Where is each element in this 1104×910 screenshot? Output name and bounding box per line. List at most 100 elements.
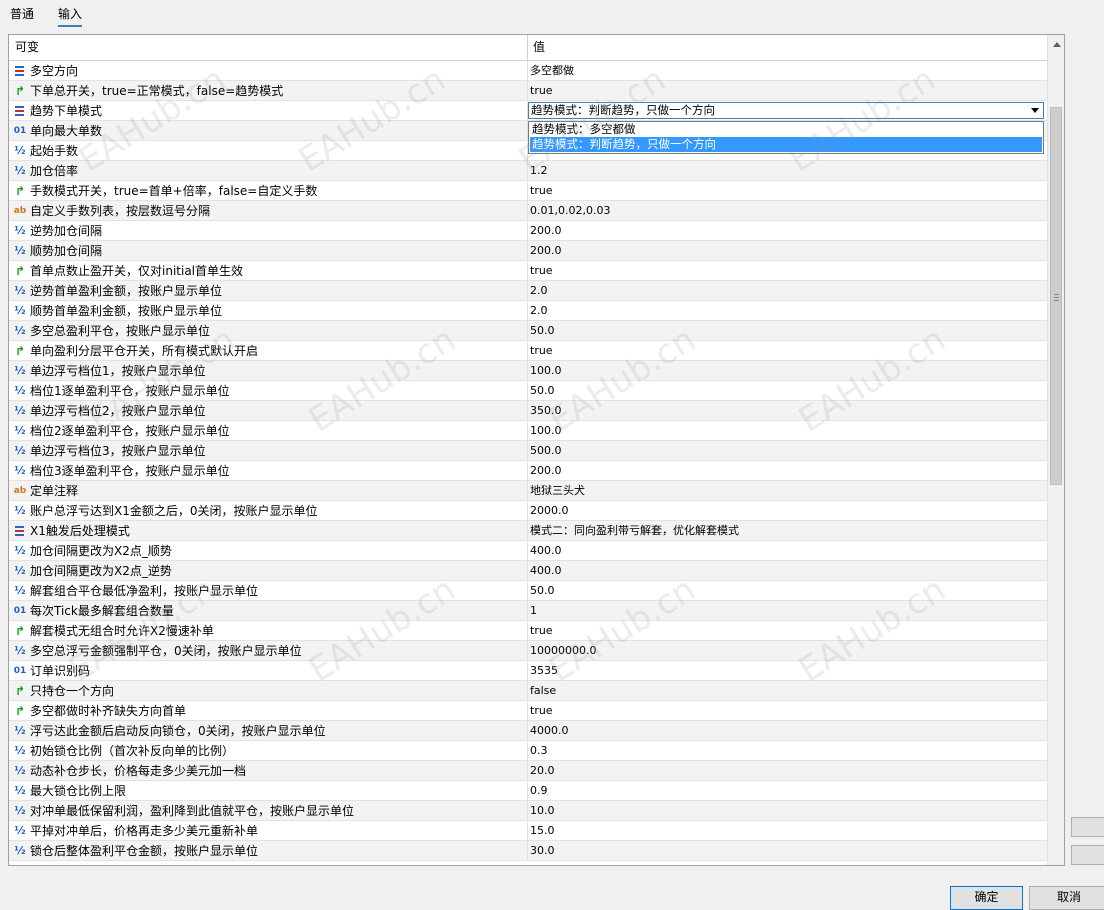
param-value[interactable]: 100.0 — [530, 361, 562, 381]
param-value[interactable]: 500.0 — [530, 441, 562, 461]
table-row[interactable]: ½ 单边浮亏档位2，按账户显示单位 350.0 — [9, 401, 1047, 421]
cancel-button[interactable]: 取消 — [1029, 886, 1104, 910]
ok-button[interactable]: 确定 — [950, 886, 1023, 910]
dropdown-option-selected[interactable]: 趋势模式：判断趋势，只做一个方向 — [530, 137, 1042, 152]
param-value[interactable]: 2.0 — [530, 301, 548, 321]
param-value[interactable]: true — [530, 701, 553, 721]
table-row[interactable]: ½ 顺势首单盈利金额，按账户显示单位 2.0 — [9, 301, 1047, 321]
cell-divider — [527, 621, 528, 641]
param-value[interactable]: 200.0 — [530, 221, 562, 241]
column-divider[interactable] — [527, 35, 528, 60]
mode-combobox[interactable]: 趋势模式：判断趋势，只做一个方向 — [528, 102, 1044, 119]
table-row[interactable]: ½ 多空总盈利平仓，按账户显示单位 50.0 — [9, 321, 1047, 341]
table-row[interactable]: ↱ 首单点数止盈开关，仅对initial首单生效 true — [9, 261, 1047, 281]
param-value[interactable]: 350.0 — [530, 401, 562, 421]
param-value[interactable]: 400.0 — [530, 541, 562, 561]
param-value[interactable]: 2000.0 — [530, 501, 569, 521]
table-row[interactable]: ½ 档位1逐单盈利平仓，按账户显示单位 50.0 — [9, 381, 1047, 401]
table-row[interactable]: ½ 动态补仓步长，价格每走多少美元加一档 20.0 — [9, 761, 1047, 781]
double-icon: ½ — [14, 584, 26, 597]
param-value[interactable]: 模式二：同向盈利带亏解套，优化解套模式 — [530, 521, 739, 541]
param-value[interactable]: 200.0 — [530, 241, 562, 261]
scroll-up-arrow-icon[interactable] — [1053, 42, 1061, 47]
double-icon: ½ — [14, 724, 26, 737]
param-name: 锁仓后整体盈利平仓金额，按账户显示单位 — [30, 844, 259, 858]
param-value[interactable]: 2.0 — [530, 281, 548, 301]
table-row[interactable]: ↱ 多空都做时补齐缺失方向首单 true — [9, 701, 1047, 721]
table-row[interactable]: ½ 顺势加仓间隔 200.0 — [9, 241, 1047, 261]
table-row[interactable]: ½ 档位2逐单盈利平仓，按账户显示单位 100.0 — [9, 421, 1047, 441]
param-value[interactable]: 50.0 — [530, 581, 555, 601]
param-value[interactable]: 30.0 — [530, 841, 555, 861]
table-row[interactable]: 多空方向 多空都做 — [9, 61, 1047, 81]
param-value[interactable]: true — [530, 181, 553, 201]
load-button[interactable] — [1071, 817, 1104, 837]
param-value[interactable]: 0.3 — [530, 741, 548, 761]
param-value[interactable]: true — [530, 621, 553, 641]
double-icon: ½ — [14, 144, 26, 157]
param-value[interactable]: true — [530, 261, 553, 281]
table-row[interactable]: ½ 加仓倍率 1.2 — [9, 161, 1047, 181]
table-row[interactable]: ½ 多空总浮亏金额强制平仓，0关闭，按账户显示单位 10000000.0 — [9, 641, 1047, 661]
vertical-scrollbar[interactable] — [1047, 35, 1064, 865]
tab-inputs[interactable]: 输入 — [58, 6, 83, 27]
table-row[interactable]: 01 每次Tick最多解套组合数量 1 — [9, 601, 1047, 621]
param-value[interactable]: 1.2 — [530, 161, 548, 181]
table-row[interactable]: ½ 加仓间隔更改为X2点_逆势 400.0 — [9, 561, 1047, 581]
table-row[interactable]: ½ 单边浮亏档位1，按账户显示单位 100.0 — [9, 361, 1047, 381]
table-row[interactable]: ½ 加仓间隔更改为X2点_顺势 400.0 — [9, 541, 1047, 561]
table-row[interactable]: ½ 单边浮亏档位3，按账户显示单位 500.0 — [9, 441, 1047, 461]
param-value[interactable]: 0.01,0.02,0.03 — [530, 201, 610, 221]
table-row[interactable]: ½ 浮亏达此金额后启动反向锁仓，0关闭，按账户显示单位 4000.0 — [9, 721, 1047, 741]
dropdown-option[interactable]: 趋势模式：多空都做 — [530, 122, 1042, 137]
param-value[interactable]: 50.0 — [530, 321, 555, 341]
tab-general[interactable]: 普通 — [10, 6, 34, 24]
table-row[interactable]: ½ 账户总浮亏达到X1金额之后，0关闭，按账户显示单位 2000.0 — [9, 501, 1047, 521]
param-value[interactable]: 15.0 — [530, 821, 555, 841]
table-row[interactable]: ½ 最大锁仓比例上限 0.9 — [9, 781, 1047, 801]
table-row[interactable]: ab 自定义手数列表，按层数逗号分隔 0.01,0.02,0.03 — [9, 201, 1047, 221]
table-row[interactable]: ½ 解套组合平仓最低净盈利，按账户显示单位 50.0 — [9, 581, 1047, 601]
param-value[interactable]: 多空都做 — [530, 61, 574, 81]
table-row[interactable]: ½ 初始锁仓比例（首次补反向单的比例） 0.3 — [9, 741, 1047, 761]
param-value[interactable]: 50.0 — [530, 381, 555, 401]
table-row[interactable]: ab 定单注释 地狱三头犬 — [9, 481, 1047, 501]
param-value[interactable]: 4000.0 — [530, 721, 569, 741]
table-row[interactable]: ↱ 只持仓一个方向 false — [9, 681, 1047, 701]
param-value[interactable]: 0.9 — [530, 781, 548, 801]
table-row[interactable]: ↱ 单向盈利分层平仓开关，所有模式默认开启 true — [9, 341, 1047, 361]
param-value[interactable]: 10.0 — [530, 801, 555, 821]
table-row[interactable]: ½ 锁仓后整体盈利平仓金额，按账户显示单位 30.0 — [9, 841, 1047, 861]
param-name: 顺势加仓间隔 — [30, 244, 103, 258]
param-value[interactable]: 1 — [530, 601, 537, 621]
param-value[interactable]: 400.0 — [530, 561, 562, 581]
string-icon: ab — [13, 206, 27, 216]
param-value[interactable]: false — [530, 681, 556, 701]
table-row[interactable]: ↱ 下单总开关，true=正常模式，false=趋势模式 true — [9, 81, 1047, 101]
column-header-value[interactable]: 值 — [533, 35, 545, 60]
column-header-variable[interactable]: 可变 — [15, 35, 39, 60]
table-row[interactable]: ½ 逆势首单盈利金额，按账户显示单位 2.0 — [9, 281, 1047, 301]
table-row[interactable]: X1触发后处理模式 模式二：同向盈利带亏解套，优化解套模式 — [9, 521, 1047, 541]
table-row[interactable]: 01 订单识别码 3535 — [9, 661, 1047, 681]
table-row[interactable]: 趋势下单模式 趋势模式：判断趋势，只做一个方向 — [9, 101, 1047, 121]
param-name: 逆势首单盈利金额，按账户显示单位 — [30, 284, 223, 298]
table-row[interactable]: ½ 逆势加仓间隔 200.0 — [9, 221, 1047, 241]
table-row[interactable]: ½ 平掉对冲单后，价格再走多少美元重新补单 15.0 — [9, 821, 1047, 841]
param-value[interactable]: 地狱三头犬 — [530, 481, 585, 501]
param-value[interactable]: 10000000.0 — [530, 641, 596, 661]
param-value[interactable]: 200.0 — [530, 461, 562, 481]
param-value[interactable]: 3535 — [530, 661, 558, 681]
table-row[interactable]: ½ 对冲单最低保留利润，盈利降到此值就平仓，按账户显示单位 10.0 — [9, 801, 1047, 821]
table-row[interactable]: ↱ 手数模式开关，true=首单+倍率，false=自定义手数 true — [9, 181, 1047, 201]
param-value[interactable]: true — [530, 81, 553, 101]
scrollbar-thumb[interactable] — [1050, 107, 1062, 485]
enum-list-icon — [12, 104, 28, 118]
dropdown-arrow-icon[interactable] — [1031, 108, 1039, 113]
save-button[interactable] — [1071, 845, 1104, 865]
param-value[interactable]: 100.0 — [530, 421, 562, 441]
table-row[interactable]: ↱ 解套模式无组合时允许X2慢速补单 true — [9, 621, 1047, 641]
param-value[interactable]: true — [530, 341, 553, 361]
param-value[interactable]: 20.0 — [530, 761, 555, 781]
table-row[interactable]: ½ 档位3逐单盈利平仓，按账户显示单位 200.0 — [9, 461, 1047, 481]
